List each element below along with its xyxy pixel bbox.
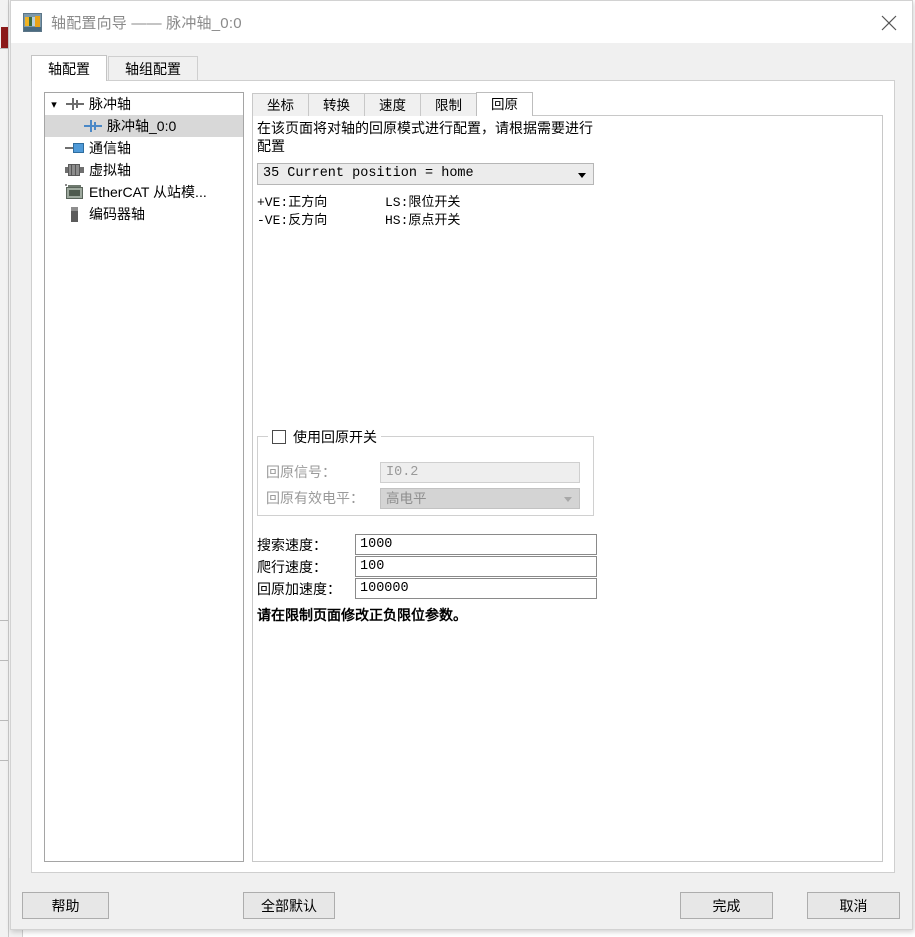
tree-item-label: 脉冲轴_0:0: [107, 118, 177, 134]
window-title: 轴配置向导 —— 脉冲轴_0:0: [51, 15, 242, 32]
close-icon[interactable]: [866, 1, 912, 42]
creep-velocity-label: 爬行速度：: [257, 558, 327, 575]
limits-note: 请在限制页面修改正负限位参数。: [257, 607, 467, 623]
dialog-button-bar: 帮助 全部默认 完成 取消: [11, 881, 914, 931]
cancel-button[interactable]: 取消: [807, 892, 900, 919]
title-bar: 轴配置向导 —— 脉冲轴_0:0: [11, 1, 912, 44]
virtual-axis-motor-icon: [63, 159, 87, 181]
screen: 轴配置向导 —— 脉冲轴_0:0 轴配置 轴组配置 ▾ 脉冲轴 脉冲轴_0:0 …: [0, 0, 915, 937]
homing-signal-row: 回原信号： I0.2: [266, 461, 580, 483]
creep-velocity-row: 爬行速度： 100: [257, 556, 597, 577]
creep-velocity-input[interactable]: 100: [355, 556, 597, 577]
tree-item-label: 编码器轴: [89, 206, 145, 222]
homing-signal-label: 回原信号：: [266, 464, 336, 480]
pulse-wave-icon: [63, 93, 87, 115]
chevron-down-icon: [578, 173, 586, 178]
axis-config-panel: ▾ 脉冲轴 脉冲轴_0:0 通信轴 虚拟轴 EtherCAT 从站模... 编码…: [31, 80, 895, 873]
help-button[interactable]: 帮助: [22, 892, 109, 919]
homing-level-row: 回原有效电平： 高电平: [266, 487, 580, 509]
homing-level-dropdown[interactable]: 高电平: [380, 487, 580, 509]
tab-homing[interactable]: 回原: [476, 92, 533, 116]
chevron-down-icon: [564, 496, 572, 502]
homing-level-value: 高电平: [386, 490, 427, 506]
tab-coordinates[interactable]: 坐标: [252, 93, 309, 116]
axis-config-wizard-dialog: 轴配置向导 —— 脉冲轴_0:0 轴配置 轴组配置 ▾ 脉冲轴 脉冲轴_0:0 …: [10, 0, 913, 930]
tab-axis-config[interactable]: 轴配置: [31, 55, 107, 81]
tree-item-label: EtherCAT 从站模...: [89, 184, 207, 200]
legend-limit-switch: LS:限位开关: [385, 195, 461, 210]
chevron-down-icon[interactable]: ▾: [45, 93, 63, 115]
tree-item-ethercat-slave-module[interactable]: EtherCAT 从站模...: [45, 181, 243, 203]
plc-module-icon: [23, 13, 42, 32]
background-red-marker: [1, 27, 8, 49]
tree-item-label: 通信轴: [89, 140, 131, 156]
search-velocity-row: 搜索速度： 1000: [257, 534, 597, 555]
homing-signal-input[interactable]: I0.2: [380, 461, 580, 483]
tab-velocity[interactable]: 速度: [364, 93, 421, 116]
homing-acceleration-label: 回原加速度：: [257, 580, 341, 597]
tab-limits[interactable]: 限制: [420, 93, 477, 116]
tree-item-pulse-axis[interactable]: ▾ 脉冲轴: [45, 93, 243, 115]
legend-positive-direction: +VE:正方向: [257, 195, 328, 210]
tree-item-communication-axis[interactable]: 通信轴: [45, 137, 243, 159]
homing-acceleration-row: 回原加速度： 100000: [257, 578, 597, 599]
finish-button[interactable]: 完成: [680, 892, 773, 919]
search-velocity-input[interactable]: 1000: [355, 534, 597, 555]
homing-mode-dropdown[interactable]: 35 Current position = home: [257, 163, 594, 185]
ethercat-slave-module-icon: [63, 181, 87, 203]
homing-description: 在该页面将对轴的回原模式进行配置，请根据需要进行配置: [257, 120, 593, 154]
legend-negative-direction: -VE:反方向: [257, 213, 328, 228]
use-homing-switch-label: 使用回原开关: [293, 429, 377, 445]
search-velocity-label: 搜索速度：: [257, 536, 327, 553]
homing-acceleration-input[interactable]: 100000: [355, 578, 597, 599]
encoder-axis-icon: [63, 203, 87, 225]
homing-panel: 在该页面将对轴的回原模式进行配置，请根据需要进行配置 35 Current po…: [252, 115, 883, 862]
legend-home-switch: HS:原点开关: [385, 213, 461, 228]
use-homing-switch-checkbox-row[interactable]: 使用回原开关: [268, 427, 381, 447]
axis-settings-content: 坐标 转换 速度 限制 回原 在该页面将对轴的回原模式进行配置，请根据需要进行配…: [252, 92, 883, 862]
tree-item-label: 脉冲轴: [89, 96, 131, 112]
communication-axis-icon: [63, 137, 87, 159]
homing-level-label: 回原有效电平：: [266, 490, 364, 506]
tree-item-label: 虚拟轴: [89, 162, 131, 178]
direction-legend: +VE:正方向 LS:限位开关 -VE:反方向 HS:原点开关: [257, 194, 460, 230]
tab-conversion[interactable]: 转换: [308, 93, 365, 116]
use-homing-switch-checkbox[interactable]: [272, 430, 286, 444]
homing-switch-group: 使用回原开关 回原信号： I0.2 回原有效电平： 高电平: [257, 427, 594, 516]
tree-item-encoder-axis[interactable]: 编码器轴: [45, 203, 243, 225]
homing-mode-value: 35 Current position = home: [263, 166, 474, 181]
tree-item-pulse-axis-0-0[interactable]: 脉冲轴_0:0: [45, 115, 243, 137]
restore-defaults-button[interactable]: 全部默认: [243, 892, 335, 919]
pulse-wave-icon: [81, 115, 105, 137]
outer-tab-strip: 轴配置 轴组配置: [31, 55, 198, 81]
tab-axis-group-config[interactable]: 轴组配置: [108, 56, 198, 81]
settings-tab-strip: 坐标 转换 速度 限制 回原: [252, 92, 533, 116]
axis-tree[interactable]: ▾ 脉冲轴 脉冲轴_0:0 通信轴 虚拟轴 EtherCAT 从站模... 编码…: [44, 92, 244, 862]
tree-item-virtual-axis[interactable]: 虚拟轴: [45, 159, 243, 181]
